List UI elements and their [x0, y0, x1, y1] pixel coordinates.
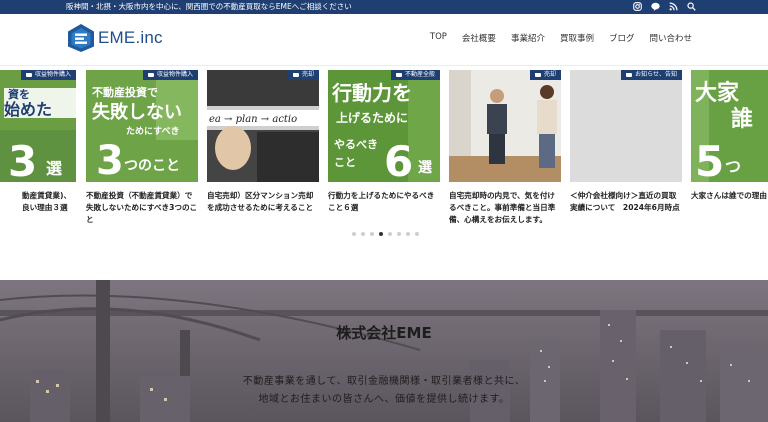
slider-pagination — [352, 232, 419, 236]
post-title: 自宅売却時の内見で、気を付けるべきこと。事前準備と当日準備、心構えをお伝えします… — [449, 191, 556, 224]
post-thumbnail: 資を 始めた 3 選 収益物件購入 — [0, 70, 76, 182]
post-thumbnail: お知らせ、告知 — [570, 70, 682, 182]
svg-text:選: 選 — [46, 159, 62, 178]
svg-text:選: 選 — [418, 160, 432, 176]
svg-text:3: 3 — [96, 138, 124, 182]
logo-text: EME.inc — [98, 28, 163, 47]
social-icons — [633, 2, 696, 11]
nav-cases[interactable]: 買取事例 — [560, 32, 594, 44]
post-card[interactable]: お知らせ、告知 ＜仲介会社様向け＞直近の買取実績について 2024年6月時点 — [570, 70, 682, 214]
post-title: 不動産投資（不動産賃貸業）で失敗しないためにすべき3つのこと — [86, 191, 198, 224]
site-header: EME.inc TOP 会社概要 事業紹介 買取事例 ブログ 問い合わせ — [0, 14, 768, 66]
svg-text:こと: こと — [334, 156, 356, 169]
post-title: 自宅売却）区分マンション売却を成功させるために考えること — [207, 191, 314, 212]
category-badge: 収益物件購入 — [142, 70, 198, 80]
post-card[interactable]: 不動産投資で 失敗しない ためにすべき 3 つのこと 収益物件購入 不動産投資（… — [86, 70, 198, 226]
post-card[interactable]: 大家 誰 5 つ 大家さんは誰での理由 — [691, 70, 768, 202]
search-icon[interactable] — [687, 2, 696, 11]
slider-dot[interactable] — [352, 232, 356, 236]
svg-text:行動力を: 行動力を — [331, 81, 412, 105]
svg-text:つ: つ — [725, 157, 741, 176]
category-badge: 不動産全般 — [390, 70, 440, 80]
slider-dot[interactable] — [406, 232, 410, 236]
post-title: 動産賃貸業)、良い理由３選 — [22, 191, 72, 212]
svg-text:3: 3 — [8, 137, 37, 182]
svg-text:ea → plan → actio: ea → plan → actio — [209, 114, 297, 125]
post-thumbnail: 大家 誰 5 つ — [691, 70, 768, 182]
post-card[interactable]: 売却 自宅売却時の内見で、気を付けるべきこと。事前準備と当日準備、心構えをお伝え… — [449, 70, 561, 226]
thumbnail-graphic: 不動産投資で 失敗しない ためにすべき 3 つのこと — [86, 70, 198, 182]
post-thumbnail: 行動力を 上げるために やるべき こと 6 選 不動産全般 — [328, 70, 440, 182]
svg-text:上げるために: 上げるために — [336, 110, 408, 125]
svg-text:やるべき: やるべき — [334, 138, 378, 151]
hero-section: 株式会社EME 不動産事業を通して、取引金融機関様・取引業者様と共に、 地域とお… — [0, 280, 768, 422]
category-badge: 収益物件購入 — [20, 70, 76, 80]
post-thumbnail: 不動産投資で 失敗しない ためにすべき 3 つのこと 収益物件購入 — [86, 70, 198, 182]
post-thumbnail: ea → plan → actio 売却 — [207, 70, 319, 182]
slider-dot[interactable] — [397, 232, 401, 236]
svg-text:大家: 大家 — [695, 80, 740, 106]
svg-text:6: 6 — [384, 137, 413, 182]
logo-mark-icon — [68, 24, 94, 52]
post-card[interactable]: ea → plan → actio 売却 自宅売却）区分マンション売却を成功させ… — [207, 70, 319, 214]
post-thumbnail: 売却 — [449, 70, 561, 182]
post-slider: 資を 始めた 3 選 収益物件購入 動産賃貸業)、良い理由３選 不動産投資で 失… — [0, 66, 768, 280]
svg-text:5: 5 — [695, 137, 724, 182]
slider-dot[interactable] — [361, 232, 365, 236]
slider-dot[interactable] — [388, 232, 392, 236]
svg-text:不動産投資で: 不動産投資で — [92, 85, 158, 99]
svg-text:つのこと: つのこと — [124, 158, 180, 174]
thumbnail-graphic: 行動力を 上げるために やるべき こと 6 選 — [328, 70, 440, 182]
slider-dot[interactable] — [370, 232, 374, 236]
category-badge: お知らせ、告知 — [621, 70, 682, 80]
nav-company[interactable]: 会社概要 — [462, 32, 496, 44]
post-title: ＜仲介会社様向け＞直近の買取実績について 2024年6月時点 — [570, 191, 680, 212]
line-icon[interactable] — [651, 2, 660, 11]
svg-text:誰: 誰 — [731, 106, 753, 132]
site-logo[interactable]: EME.inc — [66, 23, 163, 53]
svg-text:ためにすべき: ためにすべき — [126, 126, 179, 137]
thumbnail-graphic: 大家 誰 5 つ — [691, 70, 768, 182]
category-badge: 売却 — [529, 70, 561, 80]
nav-business[interactable]: 事業紹介 — [511, 32, 545, 44]
slider-dot[interactable] — [415, 232, 419, 236]
instagram-icon[interactable] — [633, 2, 642, 11]
svg-text:失敗しない: 失敗しない — [92, 101, 182, 123]
top-bar-message: 阪神間・北摂・大阪市内を中心に、関西圏での不動産買取ならEMEへご相談ください — [66, 2, 352, 11]
svg-text:始めた: 始めた — [4, 100, 52, 119]
hero-title: 株式会社EME — [336, 324, 432, 342]
svg-text:資を: 資を — [8, 87, 30, 101]
thumbnail-graphic — [449, 70, 561, 182]
category-badge: 売却 — [287, 70, 319, 80]
hero-text-line-1: 不動産事業を通して、取引金融機関様・取引業者様と共に、 — [242, 376, 526, 387]
rss-icon[interactable] — [669, 2, 678, 11]
slider-dot-active[interactable] — [379, 232, 383, 236]
nav-top[interactable]: TOP — [430, 32, 447, 44]
hero-text-line-2: 地域とお住まいの皆さんへ、価値を提供し続けます。 — [258, 394, 510, 405]
main-nav: TOP 会社概要 事業紹介 買取事例 ブログ 問い合わせ — [430, 32, 692, 44]
thumbnail-graphic: 資を 始めた 3 選 — [0, 70, 76, 182]
post-title: 大家さんは誰での理由 — [691, 191, 767, 200]
nav-contact[interactable]: 問い合わせ — [649, 32, 692, 44]
nav-blog[interactable]: ブログ — [609, 32, 635, 44]
post-card[interactable]: 資を 始めた 3 選 収益物件購入 動産賃貸業)、良い理由３選 — [0, 70, 76, 214]
post-title: 行動力を上げるためにやるべきこと６選 — [328, 191, 435, 212]
post-card[interactable]: 行動力を 上げるために やるべき こと 6 選 不動産全般 行動力を上げるために… — [328, 70, 440, 214]
top-bar: 阪神間・北摂・大阪市内を中心に、関西圏での不動産買取ならEMEへご相談ください — [0, 0, 768, 14]
thumbnail-graphic: ea → plan → actio — [207, 70, 319, 182]
